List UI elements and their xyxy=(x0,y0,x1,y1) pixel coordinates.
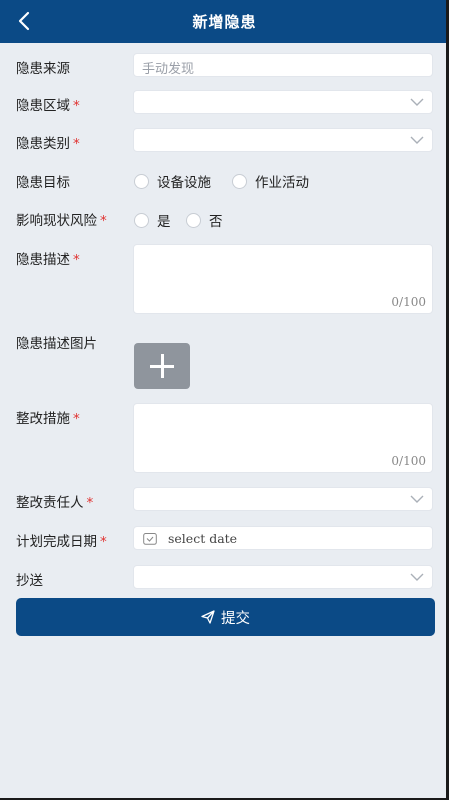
measures-textarea[interactable]: 0/100 xyxy=(133,403,433,473)
description-textarea[interactable]: 0/100 xyxy=(133,244,433,314)
radio-circle xyxy=(186,212,201,228)
target-option-activity[interactable]: 作业活动 xyxy=(232,171,309,191)
field-source: 隐患来源 手动发现 xyxy=(0,52,449,78)
area-label: 隐患区域 * xyxy=(16,98,80,114)
required-mark: * xyxy=(73,136,80,152)
required-mark: * xyxy=(100,534,107,550)
field-target: 隐患目标 设备设施 作业活动 xyxy=(0,168,449,192)
source-value: 手动发现 xyxy=(142,62,195,77)
submit-label: 提交 xyxy=(221,610,250,627)
target-label: 隐患目标 xyxy=(16,175,70,191)
field-measures: 整改措施 * 0/100 xyxy=(0,403,449,475)
calendar-icon xyxy=(143,533,157,545)
due-date-label: 计划完成日期 * xyxy=(16,534,107,550)
send-icon xyxy=(201,610,215,624)
chevron-down-icon xyxy=(410,98,424,106)
submit-button[interactable]: 提交 xyxy=(16,598,435,636)
responsible-label: 整改责任人 * xyxy=(16,495,94,511)
required-mark: * xyxy=(86,495,94,511)
field-area: 隐患区域 * xyxy=(0,90,449,116)
images-label: 隐患描述图片 xyxy=(16,336,97,352)
description-counter: 0/100 xyxy=(391,295,426,309)
radio-circle xyxy=(232,173,247,189)
required-mark: * xyxy=(100,213,107,229)
page-title: 新增隐患 xyxy=(192,13,257,31)
responsible-select[interactable] xyxy=(133,487,433,511)
required-mark: * xyxy=(73,252,80,268)
radio-circle xyxy=(134,212,149,228)
chevron-down-icon xyxy=(410,495,424,503)
field-images: 隐患描述图片 xyxy=(0,332,449,352)
risk-label: 影响现状风险 * xyxy=(16,213,107,229)
due-date-placeholder: select date xyxy=(168,531,238,546)
cc-select[interactable] xyxy=(133,565,433,589)
field-cc: 抄送 xyxy=(0,565,449,591)
chevron-down-icon xyxy=(410,573,424,581)
add-image-button[interactable] xyxy=(134,343,190,389)
field-category: 隐患类别 * xyxy=(0,128,449,154)
risk-option-yes[interactable]: 是 xyxy=(134,210,171,230)
risk-option-no[interactable]: 否 xyxy=(186,210,223,230)
measures-label: 整改措施 * xyxy=(16,411,80,427)
required-mark: * xyxy=(73,411,80,427)
required-mark: * xyxy=(73,98,80,114)
plus-icon-vertical xyxy=(160,354,164,378)
cc-label: 抄送 xyxy=(16,573,43,589)
chevron-down-icon xyxy=(410,136,424,144)
source-input[interactable]: 手动发现 xyxy=(133,53,433,77)
radio-circle xyxy=(134,173,149,189)
category-label: 隐患类别 * xyxy=(16,136,80,152)
field-description: 隐患描述 * 0/100 xyxy=(0,244,449,316)
target-option-equipment[interactable]: 设备设施 xyxy=(134,171,211,191)
field-responsible: 整改责任人 * xyxy=(0,487,449,513)
area-select[interactable] xyxy=(133,90,433,114)
field-risk: 影响现状风险 * 是 否 xyxy=(0,206,449,230)
measures-counter: 0/100 xyxy=(391,454,426,468)
description-label: 隐患描述 * xyxy=(16,252,80,268)
category-select[interactable] xyxy=(133,128,433,152)
app-header: 新增隐患 xyxy=(0,0,449,43)
source-label: 隐患来源 xyxy=(16,61,70,77)
field-due-date: 计划完成日期 * select date xyxy=(0,526,449,552)
due-date-picker[interactable]: select date xyxy=(133,526,433,550)
